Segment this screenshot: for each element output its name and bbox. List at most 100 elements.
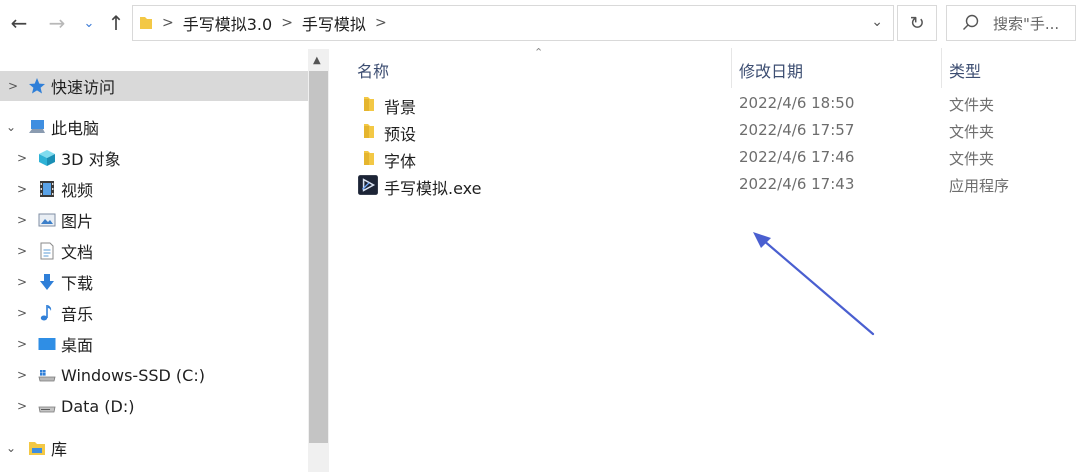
nav-item-downloads[interactable]: > 下载 xyxy=(0,267,308,297)
download-icon xyxy=(40,274,54,290)
nav-item-music[interactable]: > 音乐 xyxy=(0,298,308,328)
column-divider[interactable] xyxy=(731,48,732,88)
search-placeholder: 搜索"手... xyxy=(993,14,1060,33)
scroll-thumb[interactable] xyxy=(309,71,328,443)
nav-item-videos[interactable]: > 视频 xyxy=(0,174,308,204)
document-icon xyxy=(40,242,54,260)
chevron-down-icon: ⌄ xyxy=(83,15,95,31)
desktop-icon xyxy=(38,338,56,350)
sort-caret-icon: ⌃ xyxy=(534,46,544,59)
refresh-icon: ↻ xyxy=(909,12,925,34)
nav-item-label: Data (D:) xyxy=(61,396,135,416)
nav-scrollbar[interactable]: ▲ xyxy=(308,49,329,472)
nav-item-documents[interactable]: > 文档 xyxy=(0,236,308,266)
chevron-right-icon[interactable]: > xyxy=(17,306,27,320)
system-drive-icon xyxy=(38,370,56,382)
file-name: 预设 xyxy=(384,125,417,144)
search-input[interactable]: 搜索"手... xyxy=(946,5,1076,41)
column-header-name[interactable]: 名称 xyxy=(357,58,389,82)
nav-item-this-pc[interactable]: ⌄ 此电脑 xyxy=(0,112,308,142)
breadcrumb-item[interactable]: 手写模拟3.0 xyxy=(183,11,272,35)
folder-icon xyxy=(364,151,374,165)
star-icon xyxy=(29,78,45,94)
search-icon xyxy=(963,14,979,30)
file-date: 2022/4/6 18:50 xyxy=(739,94,855,112)
file-name: 背景 xyxy=(384,98,417,117)
nav-item-pictures[interactable]: > 图片 xyxy=(0,205,308,235)
folder-icon xyxy=(140,17,152,29)
file-list-pane: ⌃ 名称 修改日期 类型 背景 2022/4/6 18:50 文件夹 预设 20… xyxy=(329,46,1080,472)
up-button[interactable]: ↑ xyxy=(102,6,130,40)
chevron-right-icon[interactable]: > xyxy=(17,151,27,165)
address-dropdown-icon[interactable]: ⌄ xyxy=(871,14,883,30)
nav-item-label: 音乐 xyxy=(61,305,94,324)
file-name: 字体 xyxy=(384,152,417,171)
file-row[interactable]: 字体 2022/4/6 17:46 文件夹 xyxy=(349,145,1069,171)
chevron-right-icon[interactable]: > xyxy=(17,275,27,289)
arrow-right-icon: → xyxy=(48,11,66,35)
app-exe-icon xyxy=(358,175,378,195)
music-icon xyxy=(40,305,52,321)
file-type: 文件夹 xyxy=(949,96,995,114)
file-date: 2022/4/6 17:43 xyxy=(739,175,855,193)
address-toolbar: ← → ⌄ ↑ > 手写模拟3.0 > 手写模拟 > ⌄ ↻ 搜索"手... xyxy=(0,0,1080,46)
file-type: 文件夹 xyxy=(949,150,995,168)
folder-icon xyxy=(364,124,374,138)
scroll-up-icon[interactable]: ▲ xyxy=(313,55,321,66)
breadcrumb-item[interactable]: 手写模拟 xyxy=(302,11,366,35)
nav-item-label: 文档 xyxy=(61,243,94,262)
library-icon xyxy=(29,442,45,455)
folder-icon xyxy=(364,97,374,111)
chevron-right-icon: > xyxy=(281,15,293,31)
annotation-arrow-icon xyxy=(753,232,875,336)
nav-item-3d-objects[interactable]: > 3D 对象 xyxy=(0,143,308,173)
file-row[interactable]: 手写模拟.exe 2022/4/6 17:43 应用程序 xyxy=(349,172,1069,198)
chevron-right-icon[interactable]: > xyxy=(8,79,18,93)
file-row[interactable]: 预设 2022/4/6 17:57 文件夹 xyxy=(349,118,1069,144)
file-type: 文件夹 xyxy=(949,123,995,141)
chevron-right-icon: > xyxy=(162,15,174,31)
nav-item-label: 图片 xyxy=(61,212,94,231)
file-date: 2022/4/6 17:57 xyxy=(739,121,855,139)
chevron-right-icon[interactable]: > xyxy=(375,15,387,31)
chevron-right-icon[interactable]: > xyxy=(17,213,27,227)
computer-icon xyxy=(29,120,45,133)
recent-locations-button[interactable]: ⌄ xyxy=(78,6,100,40)
file-type: 应用程序 xyxy=(949,177,1010,195)
arrow-left-icon: ← xyxy=(10,11,28,35)
column-divider[interactable] xyxy=(941,48,942,88)
nav-item-quick-access[interactable]: > 快速访问 xyxy=(0,71,308,101)
nav-item-libraries[interactable]: ⌄ 库 xyxy=(0,433,308,463)
nav-item-label: 3D 对象 xyxy=(61,150,121,169)
nav-item-label: 下载 xyxy=(61,274,94,293)
nav-item-desktop[interactable]: > 桌面 xyxy=(0,329,308,359)
address-bar[interactable]: > 手写模拟3.0 > 手写模拟 > ⌄ xyxy=(132,5,894,41)
column-header-type[interactable]: 类型 xyxy=(949,58,981,82)
nav-item-label: Windows-SSD (C:) xyxy=(61,365,205,385)
nav-item-label: 此电脑 xyxy=(51,119,100,138)
chevron-right-icon[interactable]: > xyxy=(17,244,27,258)
file-row[interactable]: 背景 2022/4/6 18:50 文件夹 xyxy=(349,91,1069,117)
arrow-up-icon: ↑ xyxy=(107,11,125,35)
chevron-right-icon[interactable]: > xyxy=(17,368,27,382)
chevron-right-icon[interactable]: > xyxy=(17,399,27,413)
chevron-down-icon[interactable]: ⌄ xyxy=(6,441,16,455)
nav-item-drive-d[interactable]: > Data (D:) xyxy=(0,391,308,421)
file-name: 手写模拟.exe xyxy=(384,179,482,198)
drive-icon xyxy=(38,406,56,413)
chevron-down-icon[interactable]: ⌄ xyxy=(6,120,16,134)
nav-item-label: 快速访问 xyxy=(51,78,116,97)
column-header-date[interactable]: 修改日期 xyxy=(739,58,803,82)
back-button[interactable]: ← xyxy=(4,6,34,40)
cube-3d-icon xyxy=(39,150,55,166)
nav-item-label: 桌面 xyxy=(61,336,94,355)
forward-button[interactable]: → xyxy=(42,6,72,40)
refresh-button[interactable]: ↻ xyxy=(897,5,937,41)
nav-item-label: 库 xyxy=(51,440,68,459)
video-icon xyxy=(40,181,54,197)
chevron-right-icon[interactable]: > xyxy=(17,337,27,351)
nav-item-label: 视频 xyxy=(61,181,94,200)
navigation-pane: > 快速访问 ⌄ 此电脑 > 3D 对象 > 视频 > 图片 > 文档 > 下载… xyxy=(0,49,308,472)
chevron-right-icon[interactable]: > xyxy=(17,182,27,196)
nav-item-drive-c[interactable]: > Windows-SSD (C:) xyxy=(0,360,308,390)
